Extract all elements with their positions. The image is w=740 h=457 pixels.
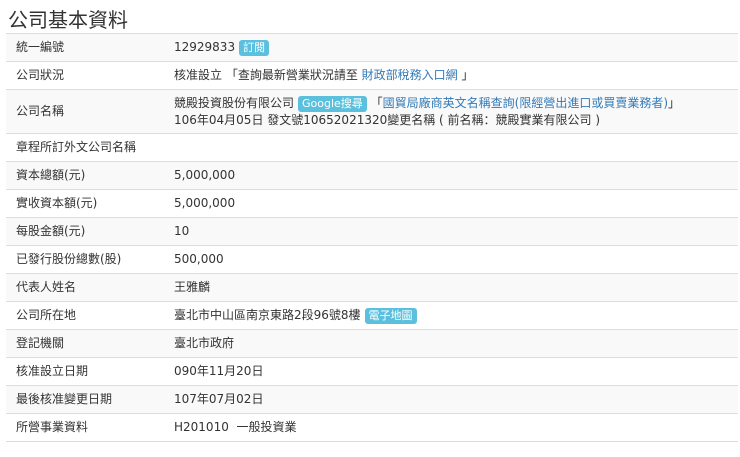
table-row: 登記機關 臺北市政府 [6,329,738,358]
row-label: 公司所在地 [6,301,166,330]
row-label: 代表人姓名 [6,273,166,302]
table-row: 所營事業資料 H201010 一般投資業 [6,413,738,442]
table-row: 代表人姓名 王雅麟 [6,273,738,302]
table-row: 每股金額(元) 10 [6,217,738,246]
row-label: 統一編號 [6,33,166,62]
row-label: 每股金額(元) [6,217,166,246]
row-value: 競殿投資股份有限公司 [174,95,295,110]
row-label: 資本總額(元) [6,161,166,190]
name-change-note: 106年04月05日 發文號10652021320變更名稱 ( 前名稱：競殿實業… [174,112,601,127]
row-label: 公司名稱 [6,89,166,134]
table-row: 核准設立日期 090年11月20日 [6,357,738,386]
google-search-button[interactable]: Google搜尋 [298,95,367,112]
map-button[interactable]: 電子地圖 [364,308,417,324]
row-value: 5,000,000 [166,161,738,190]
row-value: 107年07月02日 [166,385,738,414]
row-value: 王雅麟 [166,273,738,302]
row-value [166,133,738,162]
table-row: 最後核准變更日期 107年07月02日 [6,385,738,414]
row-label: 核准設立日期 [6,357,166,386]
row-value: H201010 一般投資業 [166,413,738,442]
bracket: 」 [668,95,681,110]
table-row: 公司所在地 臺北市中山區南京東路2段96號8樓 電子地圖 [6,301,738,330]
table-row: 公司名稱 競殿投資股份有限公司 Google搜尋 「國貿局廠商英文名稱查詢(限經營出… [6,89,738,134]
table-row: 統一編號 12929833 訂閱 [6,33,738,62]
table-row: 實收資本額(元) 5,000,000 [6,189,738,218]
row-label: 實收資本額(元) [6,189,166,218]
english-name-link[interactable]: 國貿局廠商英文名稱查詢(限經營出進口或買賣業務者) [383,96,668,110]
table-row: 已發行股份總數(股) 500,000 [6,245,738,274]
bracket: 「 [370,95,383,110]
row-value: 臺北市政府 [166,329,738,358]
row-label: 章程所訂外文公司名稱 [6,133,166,162]
row-label: 最後核准變更日期 [6,385,166,414]
row-value: 5,000,000 [166,189,738,218]
tax-portal-link[interactable]: 財政部稅務入口網 [362,68,458,82]
row-label: 所營事業資料 [6,413,166,442]
bracket: 」 [457,68,474,82]
row-label: 已發行股份總數(股) [6,245,166,274]
table-row: 資本總額(元) 5,000,000 [6,161,738,190]
row-value: 500,000 [166,245,738,274]
row-value: 10 [166,217,738,246]
table-row: 公司狀況 核准設立 「查詢最新營業狀況請至 財政部稅務入口網 」 [6,61,738,90]
table-row: 章程所訂外文公司名稱 [6,133,738,162]
row-label: 公司狀況 [6,61,166,90]
company-info-table: 統一編號 12929833 訂閱 公司狀況 核准設立 「查詢最新營業狀況請至 財政部稅… [6,33,738,442]
subscribe-button[interactable]: 訂閱 [239,40,270,56]
row-value: 臺北市中山區南京東路2段96號8樓 [174,308,361,322]
row-value: 12929833 [174,40,236,54]
row-label: 登記機關 [6,329,166,358]
row-value: 核准設立 「查詢最新營業狀況請至 [174,68,358,82]
page-title: 公司基本資料 [8,8,128,32]
row-value: 090年11月20日 [166,357,738,386]
